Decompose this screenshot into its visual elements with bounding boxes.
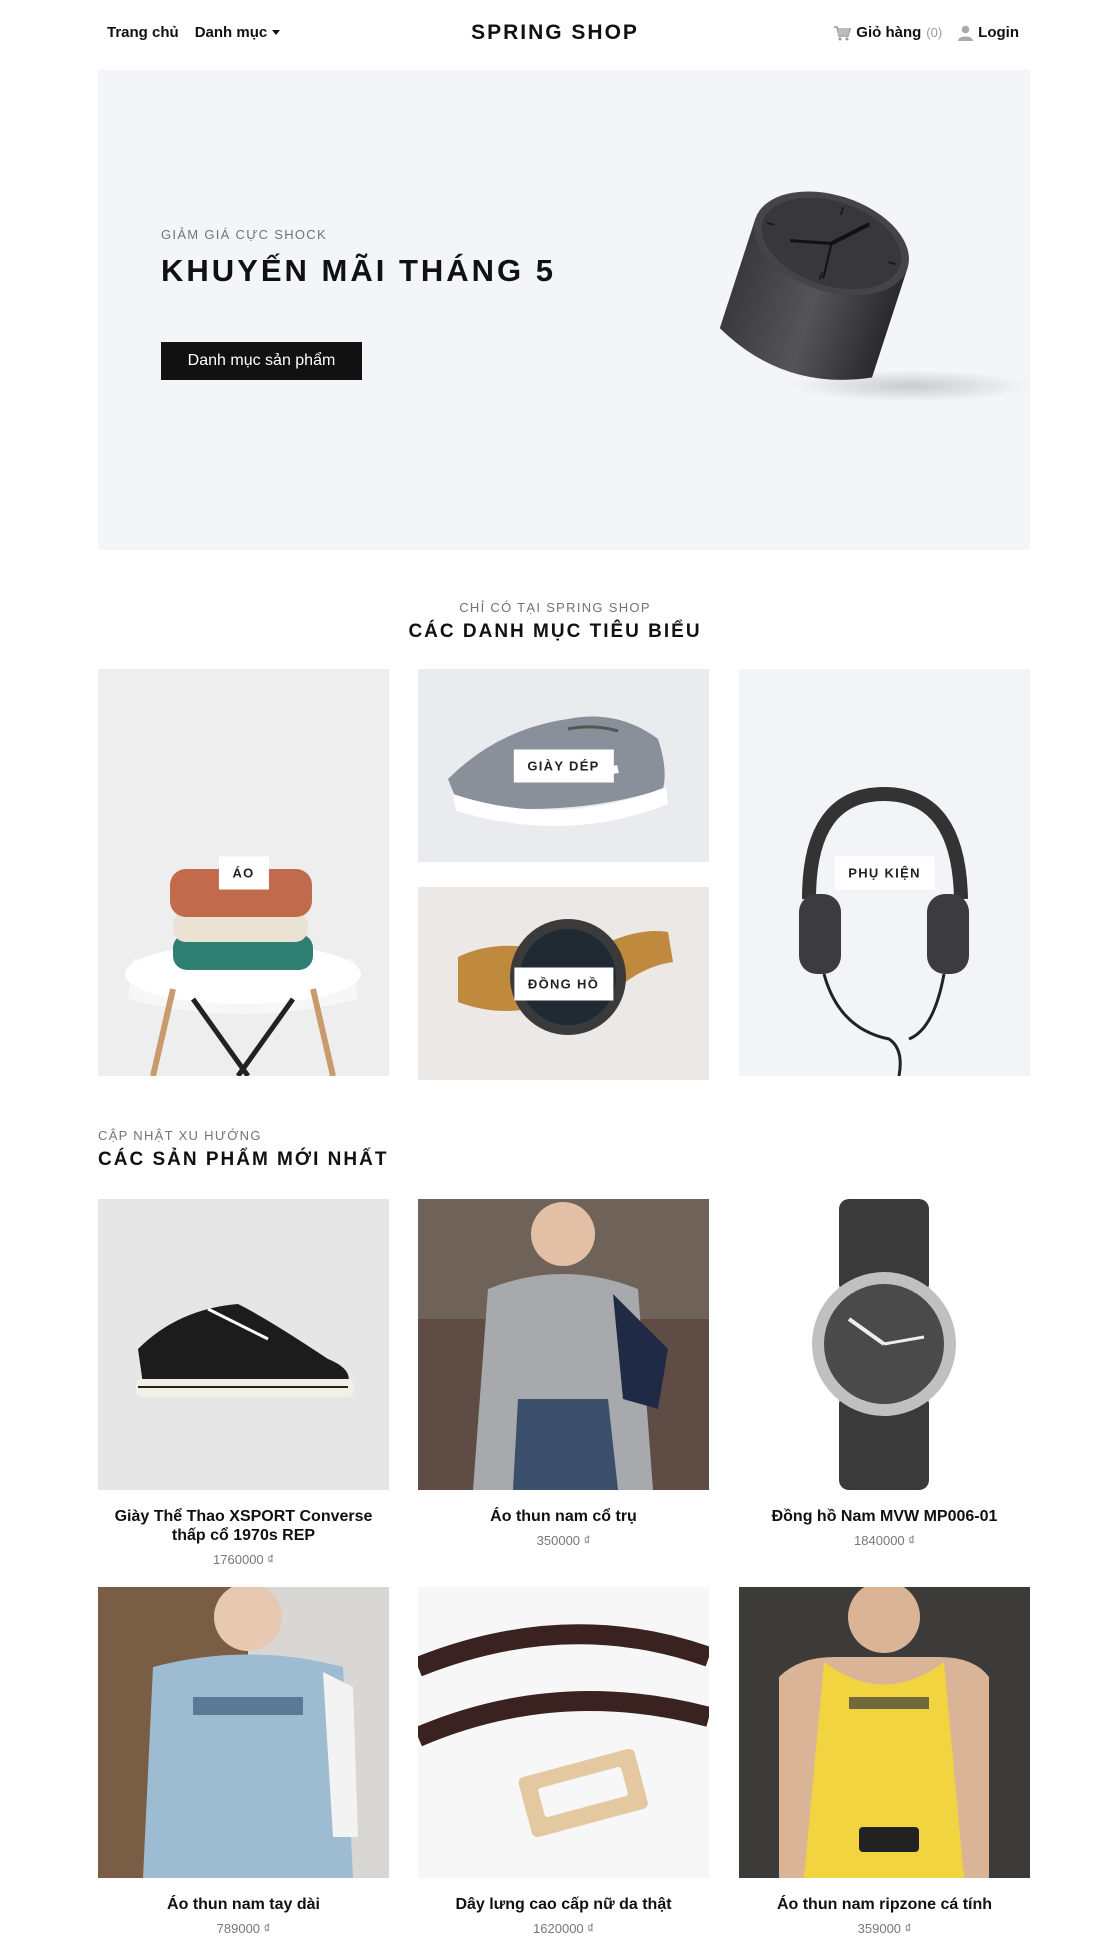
alarm-clock-image <box>719 191 1030 401</box>
category-card-giay-dep[interactable]: GIÀY DÉP <box>418 669 709 862</box>
categories-heading: CHỈ CÓ TẠI SPRING SHOP CÁC DANH MỤC TIÊU… <box>0 600 1110 643</box>
category-label-dong-ho: ĐỒNG HỒ <box>513 967 614 1000</box>
mvw-watch-image <box>739 1199 1030 1490</box>
product-price: 1840000 ₫ <box>854 1533 915 1548</box>
ripzone-tank-model-image <box>739 1587 1030 1878</box>
product-image-long-sleeve[interactable] <box>98 1587 389 1878</box>
leather-belt-image <box>418 1587 709 1878</box>
long-sleeve-shirt-model-image <box>98 1587 389 1878</box>
product-card: Áo thun nam tay dài 789000 ₫ <box>98 1587 389 1936</box>
product-name[interactable]: Áo thun nam tay dài <box>98 1895 389 1914</box>
product-image-mvw-watch[interactable] <box>739 1199 1030 1490</box>
hero-banner: GIẢM GIÁ CỰC SHOCK KHUYẾN MÃI THÁNG 5 Da… <box>98 70 1030 550</box>
user-icon <box>958 25 974 41</box>
category-label-ao: ÁO <box>218 856 269 889</box>
product-name[interactable]: Áo thun nam ripzone cá tính <box>739 1895 1030 1914</box>
login-link[interactable]: Login <box>958 24 1019 41</box>
product-name[interactable]: Dây lưng cao cấp nữ da thật <box>418 1895 709 1914</box>
product-price: 1760000 ₫ <box>213 1552 274 1567</box>
category-card-phu-kien[interactable]: PHỤ KIỆN <box>739 669 1030 1076</box>
product-image-converse[interactable] <box>98 1199 389 1490</box>
brand-logo[interactable]: SPRING SHOP <box>471 21 639 44</box>
products-subtitle: CẬP NHẬT XU HƯỚNG <box>98 1128 262 1143</box>
categories-subtitle: CHỈ CÓ TẠI SPRING SHOP <box>459 600 651 615</box>
product-card: Giày Thể Thao XSPORT Converse thấp cổ 19… <box>98 1199 389 1567</box>
product-price: 1620000 ₫ <box>533 1921 594 1936</box>
product-card: Đồng hồ Nam MVW MP006-01 1840000 ₫ <box>739 1199 1030 1548</box>
product-name[interactable]: Giày Thể Thao XSPORT Converse thấp cổ 19… <box>98 1507 389 1545</box>
sneaker-converse-image <box>98 1199 389 1490</box>
hero-title: KHUYẾN MÃI THÁNG 5 <box>161 253 557 288</box>
cart-icon <box>834 25 852 40</box>
category-card-dong-ho[interactable]: ĐỒNG HỒ <box>418 887 709 1080</box>
polo-shirt-model-image <box>418 1199 709 1490</box>
products-heading: CẬP NHẬT XU HƯỚNG CÁC SẢN PHẨM MỚI NHẤT <box>98 1128 388 1171</box>
categories-title: CÁC DANH MỤC TIÊU BIỂU <box>408 621 702 642</box>
cart-link[interactable]: Giỏ hàng (0) <box>833 24 942 41</box>
product-card: Áo thun nam ripzone cá tính 359000 ₫ <box>739 1587 1030 1936</box>
product-card: Áo thun nam cổ trụ 350000 ₫ <box>418 1199 709 1548</box>
category-card-ao[interactable]: ÁO <box>98 669 389 1076</box>
hero-subtitle: GIẢM GIÁ CỰC SHOCK <box>161 227 327 242</box>
product-image-belt[interactable] <box>418 1587 709 1878</box>
product-image-ripzone[interactable] <box>739 1587 1030 1878</box>
product-card: Dây lưng cao cấp nữ da thật 1620000 ₫ <box>418 1587 709 1936</box>
cart-count: (0) <box>926 25 943 40</box>
products-title: CÁC SẢN PHẨM MỚI NHẤT <box>98 1149 389 1170</box>
login-label: Login <box>978 24 1019 41</box>
nav-right: Giỏ hàng (0) Login <box>833 24 1019 41</box>
product-name[interactable]: Đồng hồ Nam MVW MP006-01 <box>739 1507 1030 1526</box>
product-name[interactable]: Áo thun nam cổ trụ <box>418 1507 709 1526</box>
product-price: 350000 ₫ <box>536 1533 591 1548</box>
category-label-phu-kien: PHỤ KIỆN <box>834 856 935 889</box>
category-label-giay-dep: GIÀY DÉP <box>513 749 614 782</box>
product-price: 359000 ₫ <box>857 1921 912 1936</box>
product-price: 789000 ₫ <box>216 1921 271 1936</box>
hero-cta-button[interactable]: Danh mục sản phẩm <box>161 342 362 380</box>
navbar: Trang chủ Danh mục SPRING SHOP Giỏ hàng … <box>0 0 1110 70</box>
cart-label: Giỏ hàng <box>856 24 922 41</box>
product-image-polo[interactable] <box>418 1199 709 1490</box>
